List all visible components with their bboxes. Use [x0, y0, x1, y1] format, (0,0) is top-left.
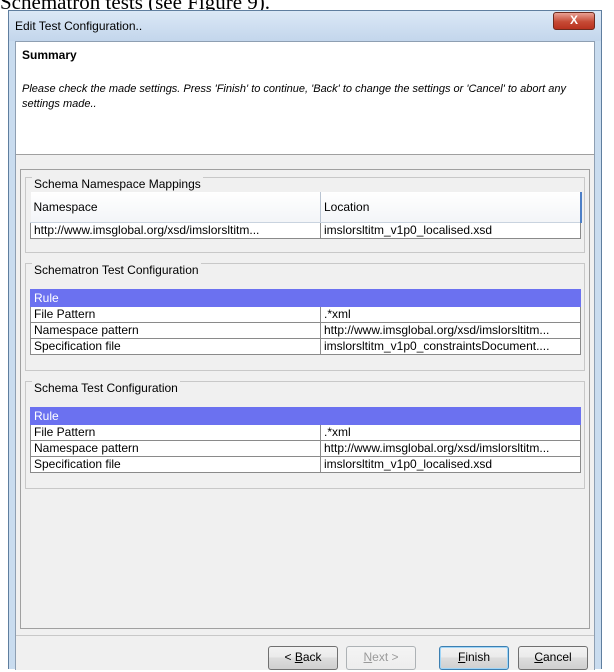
namespace-mappings-group: Schema Namespace Mappings Namespace Loca…: [25, 177, 585, 253]
rule-header-value: [320, 407, 581, 425]
finish-button[interactable]: Finish: [439, 646, 509, 670]
property-cell[interactable]: Specification file: [30, 338, 321, 355]
rule-header-row: Rule: [30, 407, 581, 425]
value-cell[interactable]: imslorsltitm_v1p0_constraintsDocument...…: [320, 338, 581, 355]
value-cell[interactable]: .*xml: [320, 306, 581, 323]
property-cell[interactable]: File Pattern: [30, 306, 321, 323]
next-label: ext >: [372, 650, 399, 664]
table-row[interactable]: Namespace pattern http://www.imsglobal.o…: [30, 322, 581, 339]
close-icon: X: [569, 13, 578, 27]
property-cell[interactable]: File Pattern: [30, 424, 321, 441]
close-button[interactable]: X: [553, 12, 595, 30]
property-cell[interactable]: Specification file: [30, 456, 321, 473]
summary-header: Summary Please check the made settings. …: [16, 42, 594, 155]
back-label: ack: [302, 650, 322, 664]
value-cell[interactable]: imslorsltitm_v1p0_localised.xsd: [320, 456, 581, 473]
button-bar: < Back Next > Finish Cancel: [16, 635, 594, 672]
rule-header: Rule: [30, 289, 321, 307]
schematron-config-table: Rule File Pattern .*xml Namespace patter…: [30, 289, 581, 355]
schema-config-group: Schema Test Configuration Rule File Patt…: [25, 381, 585, 489]
summary-content: Schema Namespace Mappings Namespace Loca…: [20, 169, 590, 629]
schema-config-table: Rule File Pattern .*xml Namespace patter…: [30, 407, 581, 473]
next-button[interactable]: Next >: [346, 646, 416, 670]
group-title: Schematron Test Configuration: [32, 263, 201, 277]
group-title: Schema Namespace Mappings: [32, 177, 203, 191]
dialog-window: Edit Test Configuration.. X Summary Plea…: [8, 10, 602, 670]
summary-description: Please check the made settings. Press 'F…: [22, 83, 566, 110]
property-cell[interactable]: Namespace pattern: [30, 440, 321, 457]
group-title: Schema Test Configuration: [32, 381, 180, 395]
summary-title: Summary: [22, 48, 77, 62]
back-button[interactable]: < Back: [268, 646, 338, 670]
cancel-button[interactable]: Cancel: [518, 646, 588, 670]
namespace-cell[interactable]: http://www.imsglobal.org/xsd/imslorsltit…: [30, 222, 321, 239]
cancel-label: ancel: [542, 650, 572, 664]
next-mnemonic: N: [363, 650, 373, 664]
column-header-namespace[interactable]: Namespace: [30, 192, 321, 223]
title-bar[interactable]: Edit Test Configuration.. X: [9, 11, 601, 41]
back-mnemonic: B: [294, 650, 303, 664]
dialog-client-area: Summary Please check the made settings. …: [15, 41, 595, 670]
table-row[interactable]: File Pattern .*xml: [30, 306, 581, 323]
schematron-config-group: Schematron Test Configuration Rule File …: [25, 263, 585, 371]
rule-header-row: Rule: [30, 289, 581, 307]
back-prefix: <: [284, 650, 295, 664]
finish-label: inish: [465, 650, 491, 664]
value-cell[interactable]: http://www.imsglobal.org/xsd/imslorsltit…: [320, 440, 581, 457]
namespace-mappings-table: Namespace Location http://www.imsglobal.…: [30, 192, 582, 239]
column-header-location[interactable]: Location: [320, 192, 582, 223]
table-row[interactable]: Specification file imslorsltitm_v1p0_loc…: [30, 456, 581, 473]
table-row[interactable]: File Pattern .*xml: [30, 424, 581, 441]
table-row[interactable]: Namespace pattern http://www.imsglobal.o…: [30, 440, 581, 457]
property-cell[interactable]: Namespace pattern: [30, 322, 321, 339]
rule-header: Rule: [30, 407, 321, 425]
cancel-mnemonic: C: [534, 650, 543, 664]
table-row[interactable]: Specification file imslorsltitm_v1p0_con…: [30, 338, 581, 355]
value-cell[interactable]: http://www.imsglobal.org/xsd/imslorsltit…: [320, 322, 581, 339]
rule-header-value: [320, 289, 581, 307]
location-cell[interactable]: imslorsltitm_v1p0_localised.xsd: [320, 222, 581, 239]
window-title: Edit Test Configuration..: [15, 19, 143, 33]
table-row[interactable]: http://www.imsglobal.org/xsd/imslorsltit…: [30, 222, 581, 239]
value-cell[interactable]: .*xml: [320, 424, 581, 441]
